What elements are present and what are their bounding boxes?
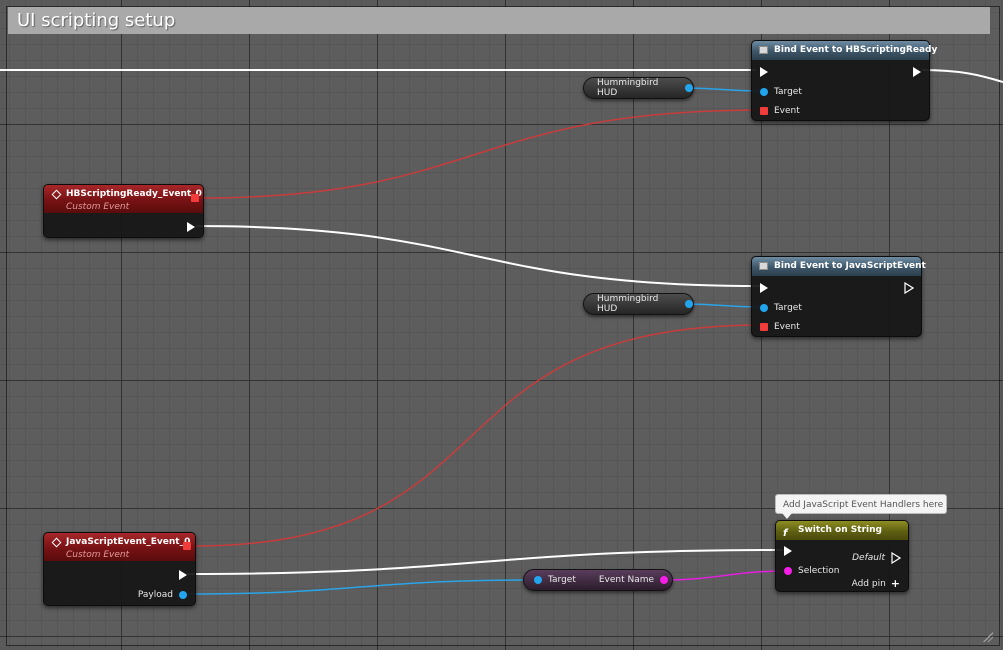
switch-icon: f (783, 528, 788, 539)
event-pin[interactable]: Event (760, 322, 800, 332)
string-wire-eventname (659, 570, 789, 581)
event-name-getter-node[interactable]: Target Event Name (523, 569, 673, 591)
payload-pin-label: Payload (137, 590, 173, 600)
node-subtitle: Custom Event (66, 202, 130, 212)
node-header: Bind Event to HBScriptingReady (752, 41, 937, 60)
plus-icon: + (890, 577, 900, 590)
node-title: JavaScriptEvent_Event_0 (66, 537, 191, 547)
variable-label: Hummingbird HUD (597, 294, 659, 314)
function-icon (759, 46, 768, 54)
target-pin[interactable]: Target (760, 303, 802, 313)
target-pin-label: Target (774, 303, 802, 313)
object-pin-icon (760, 304, 768, 312)
javascriptevent-event-node[interactable]: JavaScriptEvent_Event_0 Custom Event Pay… (43, 532, 196, 606)
event-diamond-icon (51, 189, 62, 200)
selection-pin-label: Selection (798, 566, 840, 576)
bind-javascriptevent-node[interactable]: Bind Event to JavaScriptEvent Target Eve… (751, 256, 926, 337)
add-pin-label: Add pin (851, 578, 886, 589)
target-pin-label: Target (774, 87, 802, 97)
hbscriptingready-event-node[interactable]: HBScriptingReady_Event_0 Custom Event (43, 184, 204, 238)
exec-hollow-icon (904, 282, 914, 294)
selection-pin[interactable]: Selection (784, 566, 839, 576)
exec-in-pin[interactable] (784, 546, 792, 556)
node-title: Bind Event to JavaScriptEvent (774, 261, 926, 271)
switch-on-string-node[interactable]: f Switch on String Default Selection Add… (775, 520, 909, 592)
delegate-wire-js (192, 324, 764, 547)
exec-in-pin[interactable] (760, 67, 768, 77)
exec-hollow-icon (891, 552, 901, 564)
target-pin-icon[interactable] (534, 576, 542, 584)
event-pin-label: Event (774, 322, 800, 332)
add-pin-button[interactable]: Add pin + (852, 577, 900, 590)
exec-out-pin[interactable] (913, 67, 921, 77)
object-pin-icon (760, 88, 768, 96)
exec-wire-js-to-switch (186, 549, 784, 575)
node-subtitle: Custom Event (66, 550, 130, 560)
target-pin[interactable]: Target (760, 87, 802, 97)
function-icon (759, 262, 768, 270)
event-pin[interactable]: Event (760, 106, 800, 116)
bind-hbscriptingready-node[interactable]: Bind Event to HBScriptingReady Target Ev… (751, 40, 937, 121)
comment-bubble[interactable]: Add JavaScript Event Handlers here (775, 494, 947, 519)
exec-out-pin[interactable] (904, 282, 914, 294)
node-title: Bind Event to HBScriptingReady (774, 45, 938, 55)
event-diamond-icon (51, 537, 62, 548)
node-title: Switch on String (798, 525, 882, 535)
exec-wire-out-top (921, 69, 1003, 83)
delegate-out-pin[interactable] (191, 194, 199, 202)
hummingbird-hud-variable[interactable]: Hummingbird HUD (583, 77, 694, 99)
string-pin-icon[interactable] (660, 576, 669, 584)
object-pin-icon[interactable] (685, 84, 693, 92)
exec-out-pin[interactable] (187, 222, 195, 232)
object-pin-icon[interactable] (685, 300, 693, 308)
default-pin[interactable]: Default (852, 552, 901, 564)
event-pin-label: Event (774, 106, 800, 116)
default-pin-label: Default (852, 553, 885, 563)
string-pin-icon (784, 567, 792, 575)
node-header: f Switch on String (776, 521, 908, 540)
target-pin-label: Target (548, 575, 576, 585)
exec-out-pin[interactable] (179, 570, 187, 580)
node-header: JavaScriptEvent_Event_0 Custom Event (44, 533, 195, 561)
resize-grip-icon[interactable] (983, 632, 993, 642)
exec-in-pin[interactable] (760, 283, 768, 293)
node-header: Bind Event to JavaScriptEvent (752, 257, 926, 276)
event-name-label: Event Name (598, 575, 655, 585)
object-pin-icon (179, 591, 187, 599)
exec-wire-hb-to-bindjs (195, 225, 761, 287)
payload-pin[interactable]: Payload (138, 590, 187, 600)
delegate-wire-hb (199, 109, 764, 199)
delegate-pin-icon (760, 323, 768, 331)
node-title: HBScriptingReady_Event_0 (66, 189, 202, 199)
node-header: HBScriptingReady_Event_0 Custom Event (44, 185, 203, 213)
hummingbird-hud-variable[interactable]: Hummingbird HUD (583, 293, 694, 315)
object-wire-payload (185, 579, 538, 595)
delegate-pin-icon (760, 107, 768, 115)
variable-label: Hummingbird HUD (597, 78, 659, 98)
delegate-out-pin[interactable] (183, 542, 191, 550)
